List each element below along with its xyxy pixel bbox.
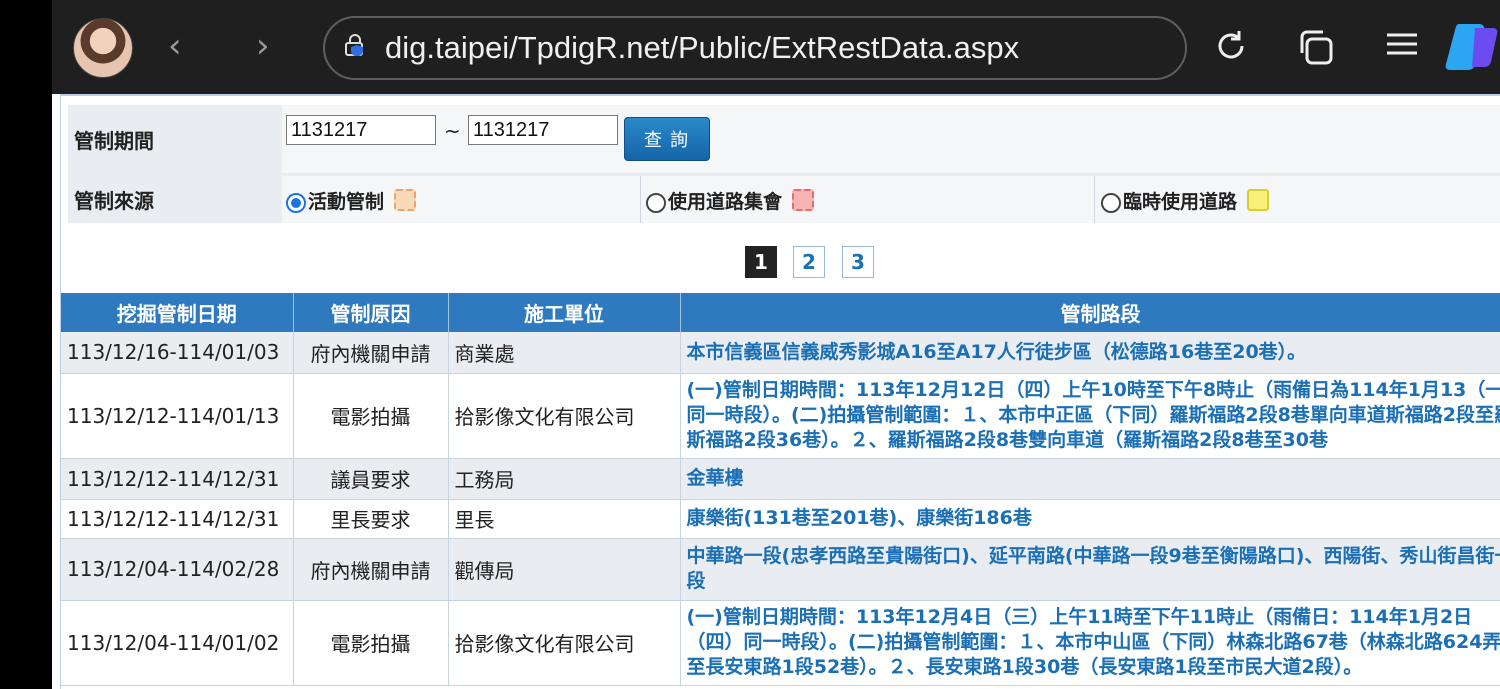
cell-road-link[interactable]: 本市信義區信義威秀影城A16至A17人行徒步區（松德路16巷至20巷）。 <box>680 332 1500 374</box>
cell-unit: 商業處 <box>448 332 681 374</box>
back-arrow-icon[interactable]: ‹ <box>168 26 182 66</box>
header-road[interactable]: 管制路段 <box>680 293 1500 332</box>
cell-date: 113/12/12-114/01/13 <box>61 373 294 459</box>
divider <box>640 176 641 223</box>
cell-road-link[interactable]: 康樂街(131巷至201巷)、康樂街186巷 <box>680 499 1500 539</box>
cell-reason: 里長要求 <box>293 499 449 539</box>
radio-temporary[interactable] <box>1101 193 1121 213</box>
cell-reason: 議員要求 <box>293 458 449 500</box>
table-row: 113/12/12-114/12/31 里長要求 里長 康樂街(131巷至201… <box>61 499 1500 539</box>
table-header-row: 挖掘管制日期 管制原因 施工單位 管制路段 <box>61 293 1500 332</box>
source-options: 活動管制 使用道路集會 臨時使用道路 <box>282 176 1500 223</box>
activity-color-swatch <box>394 189 417 211</box>
cell-date: 113/12/04-114/01/02 <box>61 600 294 686</box>
source-option-activity[interactable]: 活動管制 <box>286 184 417 216</box>
source-option-assembly[interactable]: 使用道路集會 <box>646 184 815 216</box>
assembly-color-swatch <box>792 189 815 211</box>
radio-assembly[interactable] <box>646 193 666 213</box>
source-row: 管制來源 活動管制 使用道路集會 臨時使用道路 <box>68 176 1500 223</box>
source-option-temporary[interactable]: 臨時使用道路 <box>1101 184 1270 216</box>
cell-unit: 觀傳局 <box>448 538 681 601</box>
cell-reason: 府內機關申請 <box>293 538 449 601</box>
page-3-button[interactable]: 3 <box>842 246 874 278</box>
cell-date: 113/12/12-114/12/31 <box>61 458 294 500</box>
address-bar[interactable]: dig.taipei/TpdigR.net/Public/ExtRestData… <box>323 16 1187 80</box>
content-frame: 管制期間 ~ 查詢 管制來源 活動管制 <box>60 94 1500 689</box>
cell-road-link[interactable]: 金華樓 <box>680 458 1500 500</box>
temporary-color-swatch <box>1247 189 1270 211</box>
cell-unit: 拾影像文化有限公司 <box>448 373 681 459</box>
period-controls: ~ 查詢 <box>282 105 1500 173</box>
tabs-icon[interactable] <box>1297 27 1337 67</box>
cell-date: 113/12/12-114/12/31 <box>61 499 294 539</box>
cell-date: 113/12/16-114/01/03 <box>61 332 294 374</box>
date-separator: ~ <box>444 119 461 143</box>
filter-panel: 管制期間 ~ 查詢 管制來源 活動管制 <box>68 105 1500 223</box>
source-option-label: 活動管制 <box>308 190 385 213</box>
date-from-input[interactable] <box>286 115 436 145</box>
cell-unit: 拾影像文化有限公司 <box>448 600 681 686</box>
header-unit[interactable]: 施工單位 <box>448 293 681 332</box>
url-text[interactable]: dig.taipei/TpdigR.net/Public/ExtRestData… <box>385 28 1019 68</box>
table-row: 113/12/12-114/12/31 議員要求 工務局 金華樓 <box>61 458 1500 500</box>
radio-activity[interactable] <box>286 193 306 213</box>
cell-unit: 工務局 <box>448 458 681 500</box>
menu-icon[interactable] <box>1385 27 1419 61</box>
forward-arrow-icon[interactable]: › <box>256 26 270 66</box>
reload-icon[interactable] <box>1212 27 1250 65</box>
pagination: 1 2 3 <box>61 246 1500 278</box>
source-option-label: 使用道路集會 <box>668 190 783 213</box>
lock-icon[interactable] <box>345 34 365 56</box>
query-button[interactable]: 查詢 <box>624 117 710 161</box>
page-1-button[interactable]: 1 <box>745 246 777 278</box>
cell-road-link[interactable]: (一)管制日期時間：113年12月12日（四）上午10時至下午8時止（雨備日為1… <box>680 373 1500 459</box>
web-page: 管制期間 ~ 查詢 管制來源 活動管制 <box>52 94 1500 689</box>
cell-road-link[interactable]: 中華路一段(忠孝西路至貴陽街口)、延平南路(中華路一段9巷至衡陽路口)、西陽街、… <box>680 538 1500 601</box>
divider <box>1094 176 1095 223</box>
cell-reason: 電影拍攝 <box>293 600 449 686</box>
cell-date: 113/12/04-114/02/28 <box>61 538 294 601</box>
cell-reason: 府內機關申請 <box>293 332 449 374</box>
cell-road-link[interactable]: (一)管制日期時間：113年12月4日（三）上午11時至下午11時止（雨備日：1… <box>680 600 1500 686</box>
header-date[interactable]: 挖掘管制日期 <box>61 293 294 332</box>
control-table: 挖掘管制日期 管制原因 施工單位 管制路段 113/12/16-114/01/0… <box>61 293 1500 686</box>
browser-toolbar: ‹ › dig.taipei/TpdigR.net/Public/ExtRest… <box>52 0 1500 94</box>
date-to-input[interactable] <box>468 115 618 145</box>
table-row: 113/12/04-114/02/28 府內機關申請 觀傳局 中華路一段(忠孝西… <box>61 538 1500 601</box>
page-2-button[interactable]: 2 <box>793 246 825 278</box>
header-reason[interactable]: 管制原因 <box>293 293 449 332</box>
copilot-icon[interactable] <box>1445 20 1500 72</box>
source-option-label: 臨時使用道路 <box>1123 190 1238 213</box>
source-label: 管制來源 <box>68 176 280 223</box>
table-row: 113/12/04-114/01/02 電影拍攝 拾影像文化有限公司 (一)管制… <box>61 600 1500 686</box>
period-label: 管制期間 <box>68 105 280 173</box>
table-row: 113/12/16-114/01/03 府內機關申請 商業處 本市信義區信義威秀… <box>61 332 1500 374</box>
table-row: 113/12/12-114/01/13 電影拍攝 拾影像文化有限公司 (一)管制… <box>61 373 1500 459</box>
cell-reason: 電影拍攝 <box>293 373 449 459</box>
cell-unit: 里長 <box>448 499 681 539</box>
profile-avatar[interactable] <box>73 18 133 78</box>
period-row: 管制期間 ~ 查詢 <box>68 105 1500 173</box>
